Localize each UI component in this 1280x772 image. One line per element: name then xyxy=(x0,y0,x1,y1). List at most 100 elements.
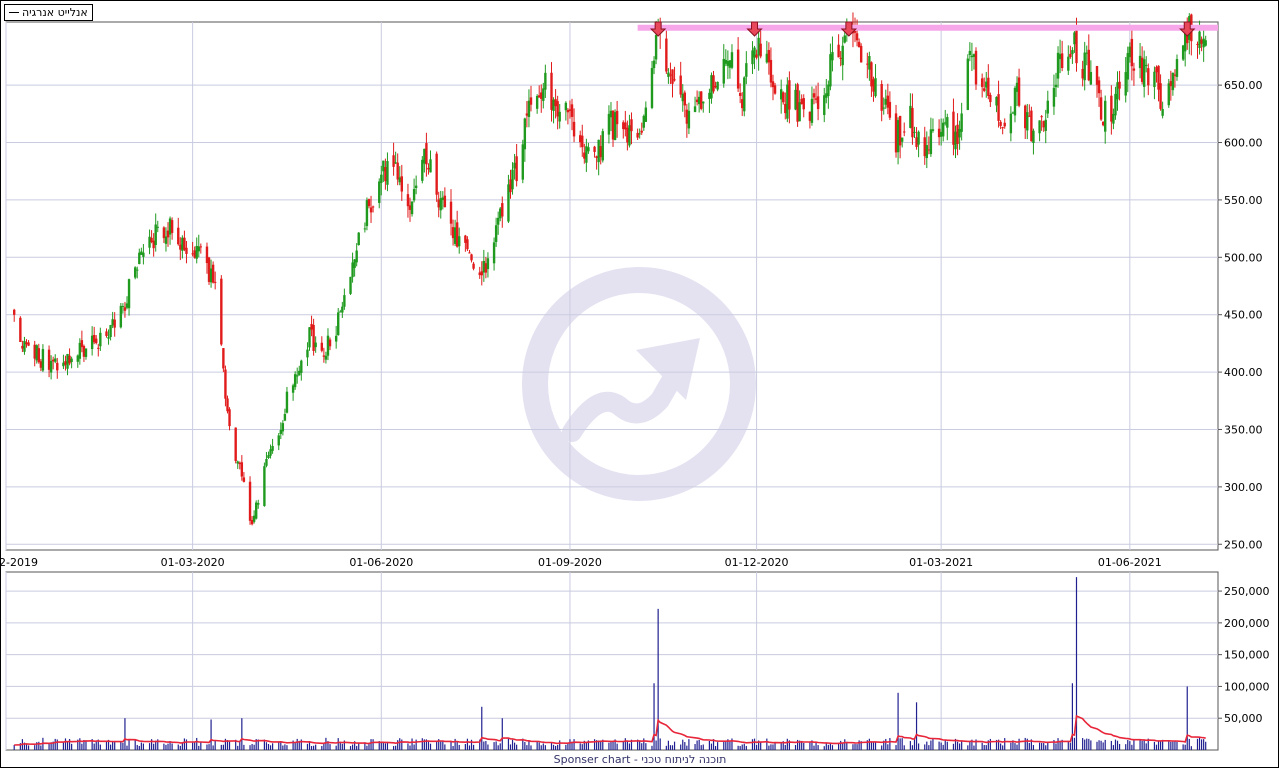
candle-body xyxy=(927,149,931,151)
candle-body xyxy=(64,361,67,365)
candle-body xyxy=(1009,113,1013,134)
candle-body xyxy=(166,230,170,238)
candle-body xyxy=(423,148,426,164)
candle-body xyxy=(78,342,82,359)
candle-body xyxy=(898,115,902,146)
candle-body xyxy=(1017,77,1021,106)
candle-body xyxy=(207,257,211,282)
candle-body xyxy=(39,361,43,368)
price-tick-label: 550.00 xyxy=(1224,194,1263,207)
candle-body xyxy=(954,131,957,150)
candle-body xyxy=(558,111,561,122)
candle-body xyxy=(250,519,254,525)
candle-body xyxy=(179,244,182,250)
candle-body xyxy=(322,355,326,357)
candle-body xyxy=(501,203,504,217)
candle-body xyxy=(773,85,777,94)
candle-body xyxy=(427,167,430,170)
candle-body xyxy=(1026,112,1029,131)
candle-body xyxy=(296,375,299,377)
candle-body xyxy=(1013,87,1017,116)
candle-body xyxy=(622,122,625,130)
candle-body xyxy=(1171,72,1175,91)
candle-body xyxy=(812,93,816,98)
chart-root: 01-12-2019 01-03-2020 01-06-2020 01-09-2020… xyxy=(0,0,1280,768)
candle-body xyxy=(80,340,84,348)
candle-body xyxy=(708,92,711,100)
candle-body xyxy=(269,449,272,456)
candle-body xyxy=(857,41,861,48)
candle-body xyxy=(298,370,301,376)
candle-body xyxy=(929,129,933,155)
candle-body xyxy=(205,246,209,264)
candle-body xyxy=(556,101,559,117)
candle-body xyxy=(341,306,344,313)
candle-body xyxy=(1202,38,1205,48)
candle-body xyxy=(277,435,280,446)
candle-body xyxy=(581,135,584,148)
candle-body xyxy=(944,122,947,124)
candle-body xyxy=(1167,83,1170,106)
candle-body xyxy=(673,79,676,81)
candle-body xyxy=(337,312,340,336)
candle-body xyxy=(566,109,570,113)
candle-body xyxy=(185,247,188,254)
candle-body xyxy=(320,342,324,351)
candle-body xyxy=(1040,116,1043,118)
candle-body xyxy=(900,137,904,142)
candle-body xyxy=(314,342,317,348)
candle-body xyxy=(1075,26,1078,64)
candle-body xyxy=(478,272,481,276)
candle-body xyxy=(380,174,383,183)
candle-body xyxy=(909,105,912,128)
candle-body xyxy=(257,503,260,505)
candle-body xyxy=(291,385,295,393)
candle-body xyxy=(150,237,153,243)
candle-body xyxy=(687,110,691,129)
candle-body xyxy=(439,198,442,211)
candle-body xyxy=(25,342,28,345)
candle-body xyxy=(839,57,842,59)
price-tick-label: 500.00 xyxy=(1224,251,1263,264)
candle-body xyxy=(583,152,586,159)
candle-body xyxy=(13,309,16,315)
candle-body xyxy=(570,104,574,117)
candle-body xyxy=(716,81,719,90)
candle-body xyxy=(540,92,543,99)
candle-body xyxy=(410,201,414,215)
candle-body xyxy=(671,69,674,84)
candle-body xyxy=(970,55,974,58)
candle-body xyxy=(837,44,840,58)
candle-body xyxy=(743,77,746,112)
candle-body xyxy=(1001,127,1004,129)
candle-body xyxy=(181,237,184,251)
candle-body xyxy=(974,50,978,85)
candle-body xyxy=(437,199,440,208)
candle-body xyxy=(1161,108,1164,116)
legend-line-swatch xyxy=(9,12,19,13)
candle-body xyxy=(638,133,641,135)
candle-body xyxy=(41,349,45,371)
volume-tick-label: 250,000 xyxy=(1224,585,1270,598)
candle-body xyxy=(400,176,403,192)
candle-body xyxy=(1130,38,1134,67)
candle-body xyxy=(640,130,643,133)
candle-body xyxy=(911,107,914,138)
candle-body xyxy=(1112,113,1115,124)
candle-body xyxy=(1159,83,1162,109)
price-tick-label: 350.00 xyxy=(1224,423,1263,436)
candle-body xyxy=(468,252,471,254)
candle-body xyxy=(654,35,658,60)
candle-body xyxy=(254,502,258,519)
candle-body xyxy=(1054,84,1058,88)
candle-body xyxy=(985,81,988,88)
candle-body xyxy=(406,194,410,207)
candle-body xyxy=(585,146,588,163)
candle-body xyxy=(443,195,447,208)
candle-body xyxy=(1015,82,1019,92)
candle-body xyxy=(1124,72,1127,96)
candle-body xyxy=(371,206,375,208)
candle-body xyxy=(972,54,976,57)
candle-body xyxy=(1042,121,1045,128)
candle-body xyxy=(913,131,916,133)
